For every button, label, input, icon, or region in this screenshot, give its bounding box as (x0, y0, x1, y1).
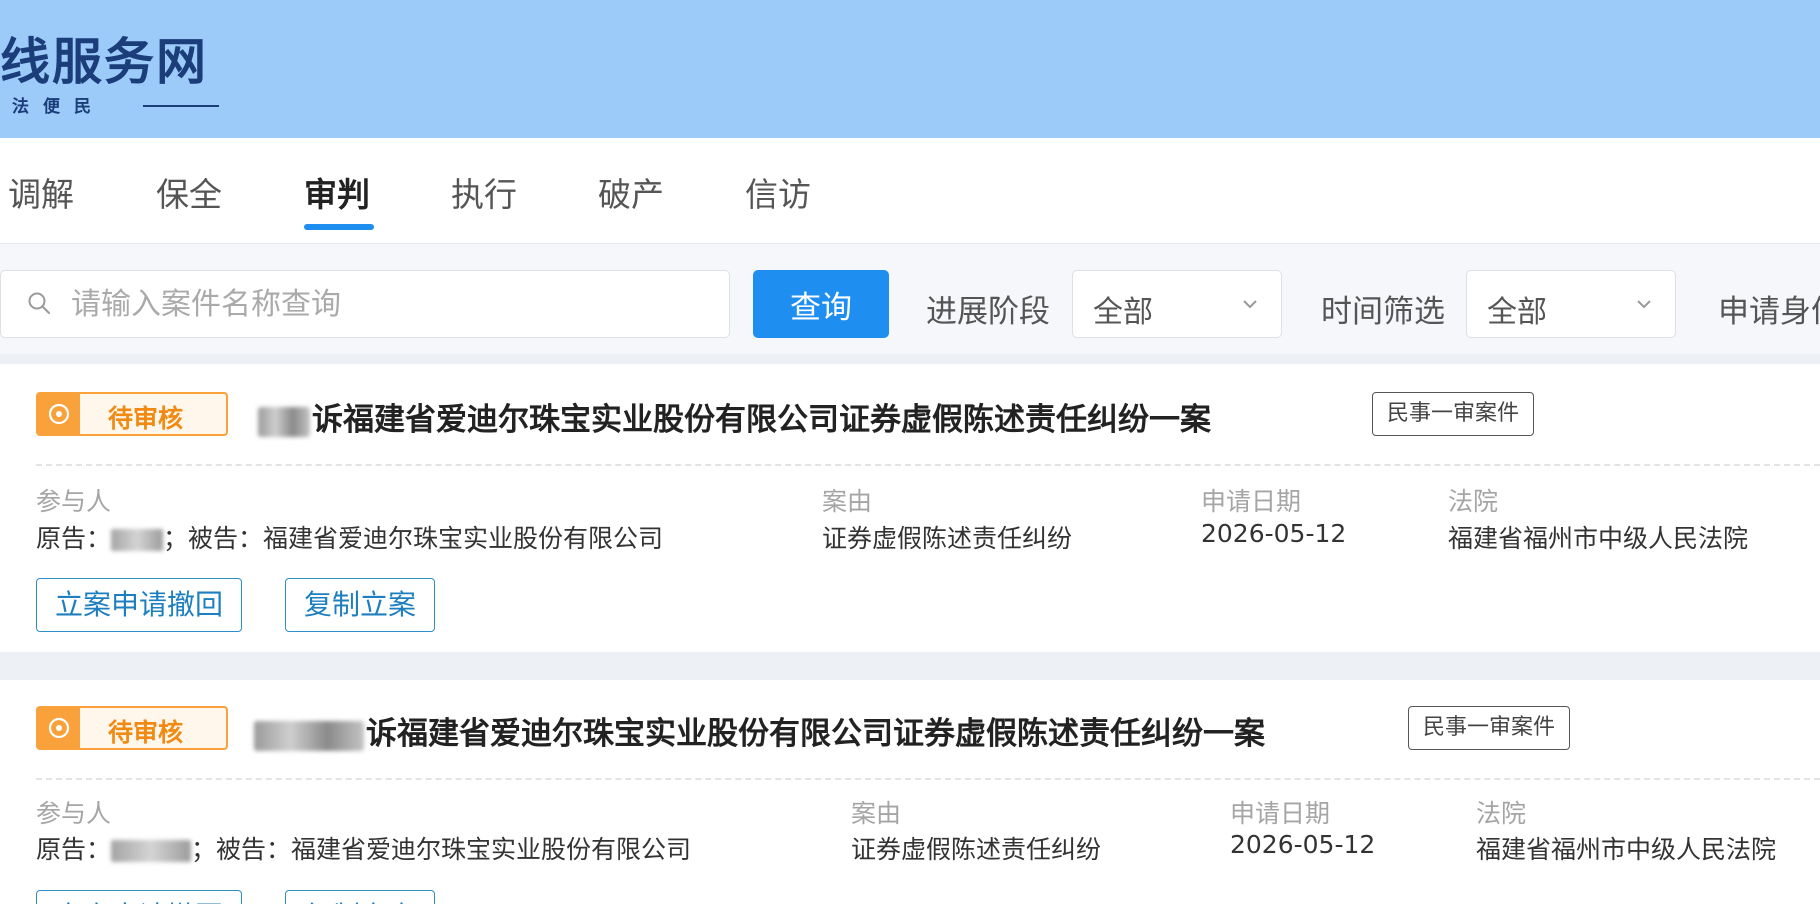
search-input[interactable] (71, 271, 711, 337)
site-header: 线服务网 法便民 (0, 0, 1820, 138)
case-title-text: 诉福建省爱迪尔珠宝实业股份有限公司证券虚假陈述责任纠纷一案 (366, 716, 1265, 752)
participants-value: 原告： ；被告：福建省爱迪尔珠宝实业股份有限公司 (36, 830, 691, 866)
stage-select[interactable]: 全部 (1072, 270, 1282, 338)
date-value: 2026-05-12 (1230, 830, 1376, 859)
identity-filter-label: 申请身份 (1718, 294, 1820, 330)
case-title[interactable]: 诉福建省爱迪尔珠宝实业股份有限公司证券虚假陈述责任纠纷一案 (258, 394, 1211, 439)
filter-bar: 查询 进展阶段 全部 时间筛选 全部 申请身份 (0, 244, 1820, 354)
clock-icon (48, 717, 70, 739)
tab-mediation[interactable]: 调解 (8, 168, 74, 216)
participants-label: 参与人 (36, 799, 112, 828)
withdraw-filing-button[interactable]: 立案申请撤回 (36, 578, 243, 632)
case-type-tag: 民事一审案件 (1408, 706, 1571, 750)
date-label: 申请日期 (1230, 799, 1331, 828)
card-divider (36, 464, 1820, 466)
cause-value: 证券虚假陈述责任纠纷 (851, 835, 1102, 864)
redacted-plaintiff (111, 840, 192, 862)
case-type-tag: 民事一审案件 (1372, 392, 1535, 436)
chevron-down-icon (1637, 300, 1651, 309)
case-title[interactable]: 诉福建省爱迪尔珠宝实业股份有限公司证券虚假陈述责任纠纷一案 (254, 708, 1265, 753)
tab-bankruptcy[interactable]: 破产 (598, 168, 664, 216)
withdraw-filing-button[interactable]: 立案申请撤回 (36, 890, 243, 904)
tab-trial[interactable]: 审判 (304, 168, 370, 216)
clock-icon (48, 403, 70, 425)
active-tab-indicator (304, 224, 374, 230)
case-card: 待审核 诉福建省爱迪尔珠宝实业股份有限公司证券虚假陈述责任纠纷一案 民事一审案件… (0, 680, 1820, 904)
stage-select-value: 全部 (1093, 295, 1153, 330)
court-label: 法院 (1476, 799, 1527, 828)
status-text: 待审核 (108, 404, 184, 433)
cause-label: 案由 (822, 487, 873, 516)
tab-preservation[interactable]: 保全 (156, 168, 222, 216)
defendant-text: ；被告：福建省爱迪尔珠宝实业股份有限公司 (191, 835, 692, 864)
court-label: 法院 (1448, 487, 1499, 516)
site-subtitle: 法便民 (12, 97, 105, 117)
plaintiff-label: 原告： (36, 524, 112, 553)
date-label: 申请日期 (1201, 487, 1302, 516)
date-value: 2026-05-12 (1201, 519, 1347, 548)
query-button[interactable]: 查询 (753, 270, 889, 338)
status-icon-box (38, 394, 80, 434)
copy-filing-button[interactable]: 复制立案 (285, 890, 436, 904)
participants-value: 原告： ；被告：福建省爱迪尔珠宝实业股份有限公司 (36, 519, 663, 555)
copy-filing-button[interactable]: 复制立案 (285, 578, 436, 632)
site-title: 线服务网 (0, 33, 208, 91)
subtitle-divider (143, 105, 219, 107)
status-icon-box (38, 708, 80, 748)
court-value: 福建省福州市中级人民法院 (1476, 835, 1777, 864)
status-badge: 待审核 (36, 706, 228, 750)
status-text: 待审核 (108, 718, 184, 747)
cause-value: 证券虚假陈述责任纠纷 (822, 524, 1073, 553)
search-icon (28, 292, 50, 314)
chevron-down-icon (1243, 300, 1257, 309)
plaintiff-label: 原告： (36, 835, 112, 864)
time-select[interactable]: 全部 (1466, 270, 1676, 338)
case-title-text: 诉福建省爱迪尔珠宝实业股份有限公司证券虚假陈述责任纠纷一案 (312, 402, 1211, 438)
tab-enforcement[interactable]: 执行 (451, 168, 517, 216)
stage-filter-label: 进展阶段 (926, 294, 1050, 330)
main-nav: 调解 保全 审判 执行 破产 信访 (0, 138, 1820, 244)
tab-petition[interactable]: 信访 (745, 168, 811, 216)
defendant-text: ；被告：福建省爱迪尔珠宝实业股份有限公司 (163, 524, 664, 553)
card-divider (36, 778, 1820, 780)
redacted-name (258, 406, 310, 437)
redacted-plaintiff (111, 529, 164, 551)
participants-label: 参与人 (36, 487, 112, 516)
time-select-value: 全部 (1487, 295, 1547, 330)
cause-label: 案由 (851, 799, 902, 828)
time-filter-label: 时间筛选 (1321, 294, 1445, 330)
search-box (0, 270, 730, 338)
court-value: 福建省福州市中级人民法院 (1448, 524, 1749, 553)
status-badge: 待审核 (36, 392, 228, 436)
redacted-name (254, 720, 364, 751)
case-card: 待审核 诉福建省爱迪尔珠宝实业股份有限公司证券虚假陈述责任纠纷一案 民事一审案件… (0, 364, 1820, 652)
